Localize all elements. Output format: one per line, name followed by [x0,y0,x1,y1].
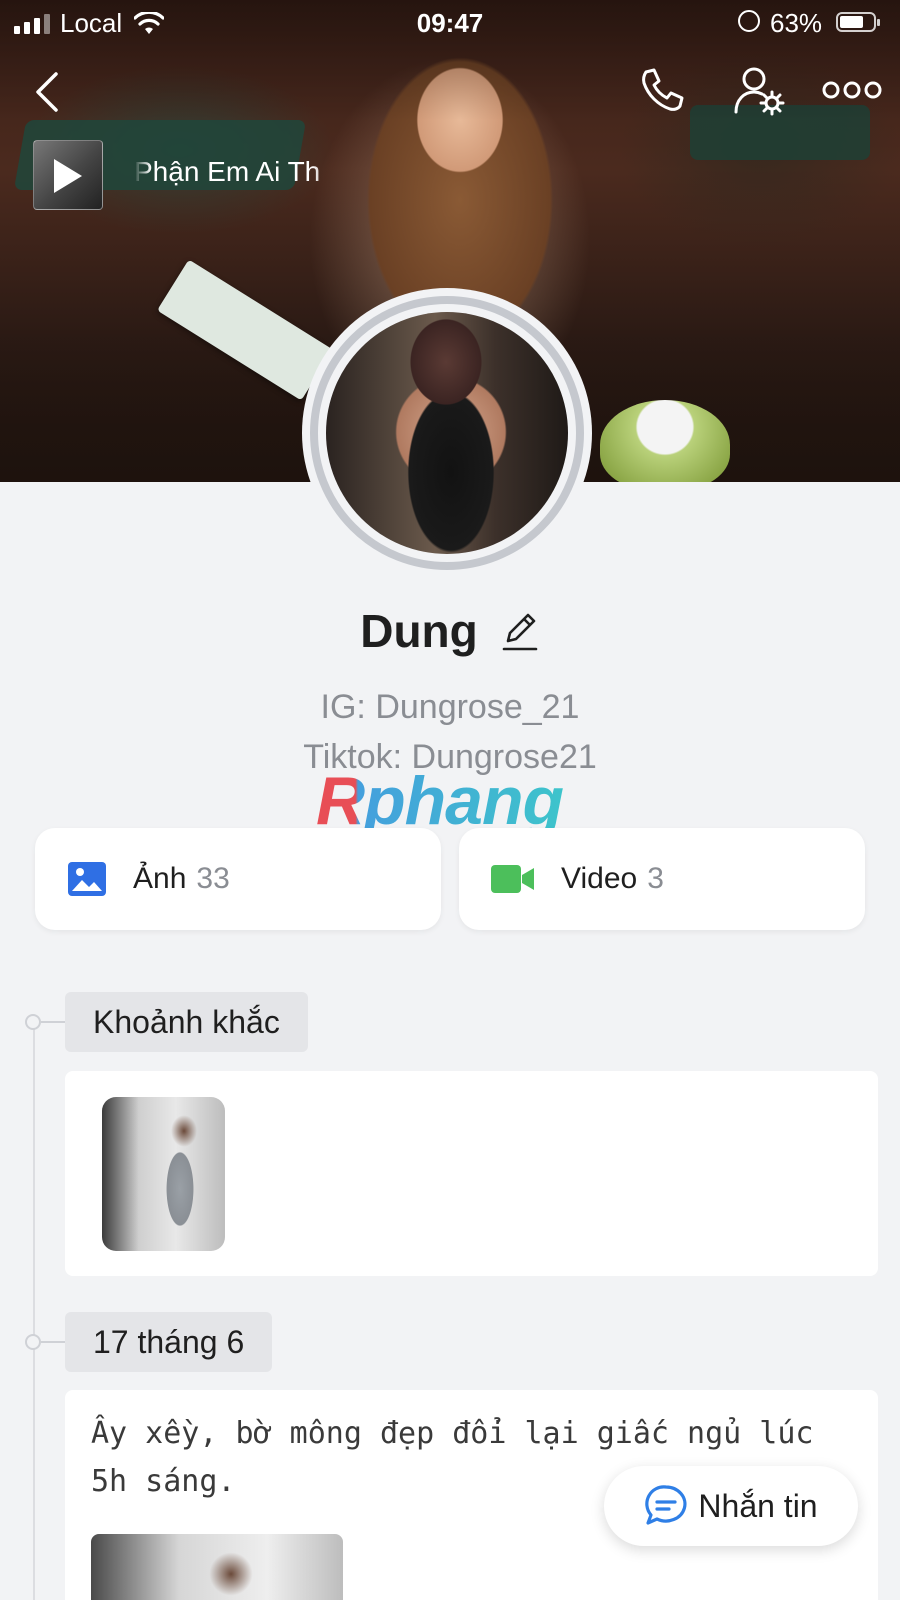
profile-name: Dung [360,605,478,657]
moments-box [65,1071,878,1276]
battery-percent: 63% [770,8,823,38]
chat-icon [645,1485,687,1525]
play-icon [54,159,82,193]
videos-card[interactable]: Video 3 [459,828,865,930]
date-tag: 17 tháng 6 [65,1312,273,1372]
bio-line: IG: Dungrose_21 [320,688,580,726]
video-icon [491,865,534,893]
user-settings-icon[interactable] [734,66,786,116]
message-button[interactable]: Nhắn tin [604,1466,858,1546]
avatar[interactable] [302,288,592,578]
profile-name-row: Dung [0,604,900,658]
photos-card[interactable]: Ảnh 33 [35,828,441,930]
photos-label: Ảnh [133,862,187,895]
music-cover-button[interactable] [33,140,103,210]
videos-label: Video [561,862,638,895]
phone-icon[interactable] [636,66,684,114]
music-title[interactable]: Phận Em Ai Th [134,156,344,188]
post-image[interactable] [91,1534,343,1600]
videos-count: 3 [647,862,664,895]
status-bar: Local 09:47 63% [0,0,900,46]
back-icon[interactable] [28,68,68,116]
timeline-dot [25,1014,67,1030]
avatar-ring [310,296,584,570]
timeline-line [33,1022,35,1600]
timeline-dot [25,1334,67,1350]
message-button-label: Nhắn tin [698,1487,818,1524]
orientation-lock-icon [738,10,760,32]
moment-thumbnail[interactable] [102,1097,225,1251]
photo-icon [68,862,106,896]
edit-icon[interactable] [500,609,540,653]
avatar-photo [326,312,568,554]
moments-tag: Khoảnh khắc [65,992,308,1052]
battery-icon [836,12,880,32]
photos-count: 33 [196,862,230,895]
more-icon[interactable] [822,78,882,102]
clock: 09:47 [416,8,484,38]
